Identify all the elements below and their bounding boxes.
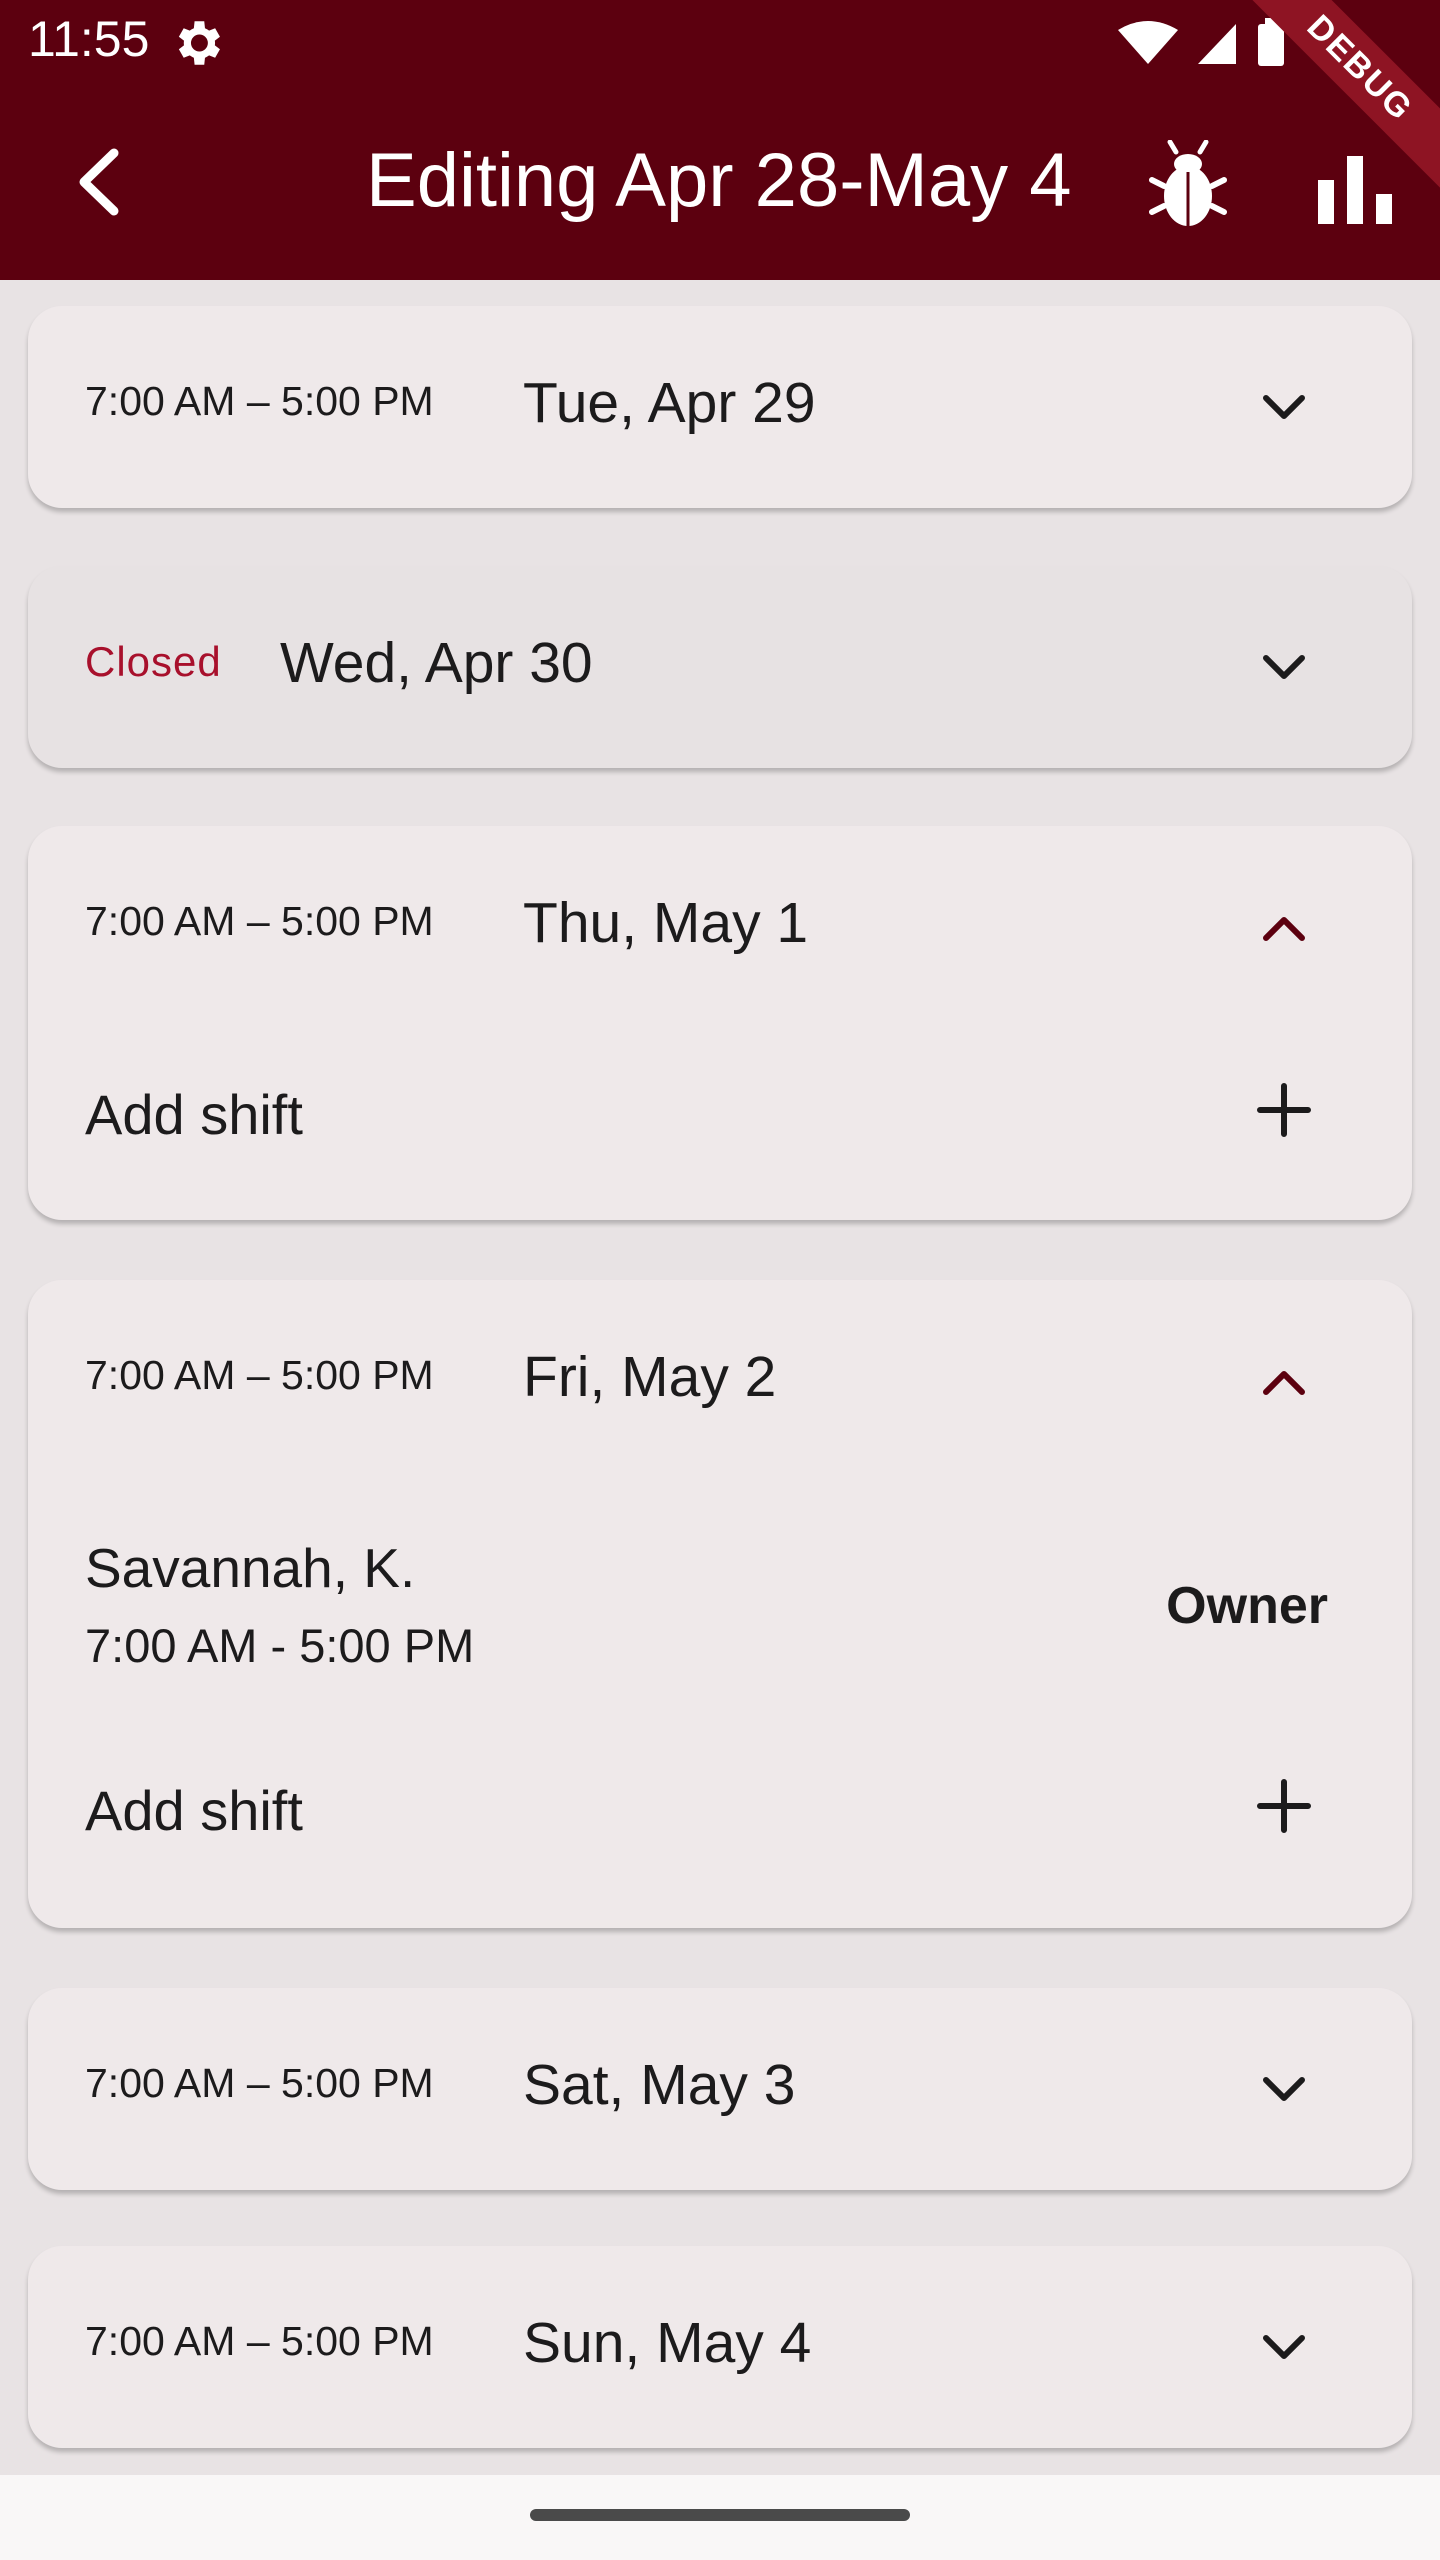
home-gesture-handle[interactable] (530, 2509, 910, 2521)
plus-icon[interactable] (1254, 1776, 1314, 1836)
shift-row[interactable]: Savannah, K. 7:00 AM - 5:00 PM Owner (28, 1536, 1412, 1696)
system-nav-bar (0, 2475, 1440, 2560)
day-card-wed-apr-30: Closed Wed, Apr 30 (28, 566, 1412, 768)
page-title: Editing Apr 28-May 4 (366, 138, 1072, 223)
day-header[interactable]: 7:00 AM – 5:00 PM Fri, May 2 (28, 1280, 1412, 1482)
status-time: 11:55 (28, 11, 150, 67)
settings-status-icon (178, 21, 220, 65)
day-card-sun-may-4: 7:00 AM – 5:00 PM Sun, May 4 (28, 2246, 1412, 2448)
chevron-down-icon[interactable] (1254, 638, 1314, 698)
back-arrow-icon (79, 148, 119, 216)
day-card-sat-may-3: 7:00 AM – 5:00 PM Sat, May 3 (28, 1988, 1412, 2190)
battery-icon (1258, 24, 1284, 66)
chevron-up-icon[interactable] (1254, 898, 1314, 958)
bug-icon[interactable] (1148, 140, 1228, 230)
chevron-down-icon[interactable] (1254, 2060, 1314, 2120)
day-hours: 7:00 AM – 5:00 PM (85, 898, 434, 944)
shift-role: Owner (1166, 1577, 1328, 1635)
wifi-icon (1118, 21, 1178, 64)
bar-chart-icon[interactable] (1318, 150, 1392, 224)
day-label: Fri, May 2 (523, 1345, 777, 1409)
add-shift-label: Add shift (85, 1083, 303, 1146)
chevron-down-icon[interactable] (1254, 378, 1314, 438)
shift-employee-name: Savannah, K. (85, 1537, 416, 1599)
back-button[interactable] (60, 132, 140, 232)
day-header[interactable]: 7:00 AM – 5:00 PM Thu, May 1 (28, 826, 1412, 1028)
add-shift-row[interactable]: Add shift (28, 1736, 1412, 1876)
day-hours: 7:00 AM – 5:00 PM (85, 1352, 434, 1398)
day-card-tue-apr-29: 7:00 AM – 5:00 PM Tue, Apr 29 (28, 306, 1412, 508)
shift-time: 7:00 AM - 5:00 PM (85, 1619, 475, 1672)
add-shift-row[interactable]: Add shift (28, 1040, 1412, 1180)
day-hours: 7:00 AM – 5:00 PM (85, 378, 434, 424)
app-bar: 11:55 DEBUG Editing Apr 28-May 4 (0, 0, 1440, 280)
day-label: Tue, Apr 29 (523, 371, 816, 435)
day-header[interactable]: 7:00 AM – 5:00 PM Sun, May 4 (28, 2246, 1412, 2448)
chevron-up-icon[interactable] (1254, 1352, 1314, 1412)
day-header[interactable]: 7:00 AM – 5:00 PM Sat, May 3 (28, 1988, 1412, 2190)
signal-icon (1198, 24, 1236, 64)
chevron-down-icon[interactable] (1254, 2318, 1314, 2378)
day-label: Sat, May 3 (523, 2053, 796, 2117)
plus-icon[interactable] (1254, 1080, 1314, 1140)
day-header[interactable]: Closed Wed, Apr 30 (28, 566, 1412, 768)
day-card-thu-may-1: 7:00 AM – 5:00 PM Thu, May 1 Add shift (28, 826, 1412, 1220)
add-shift-label: Add shift (85, 1779, 303, 1842)
day-hours: 7:00 AM – 5:00 PM (85, 2318, 434, 2364)
day-label: Wed, Apr 30 (280, 631, 593, 695)
day-card-fri-may-2: 7:00 AM – 5:00 PM Fri, May 2 Savannah, K… (28, 1280, 1412, 1928)
day-hours: 7:00 AM – 5:00 PM (85, 2060, 434, 2106)
day-label: Sun, May 4 (523, 2311, 812, 2375)
day-header[interactable]: 7:00 AM – 5:00 PM Tue, Apr 29 (28, 306, 1412, 508)
day-label: Thu, May 1 (523, 891, 809, 955)
closed-label: Closed (85, 638, 222, 685)
